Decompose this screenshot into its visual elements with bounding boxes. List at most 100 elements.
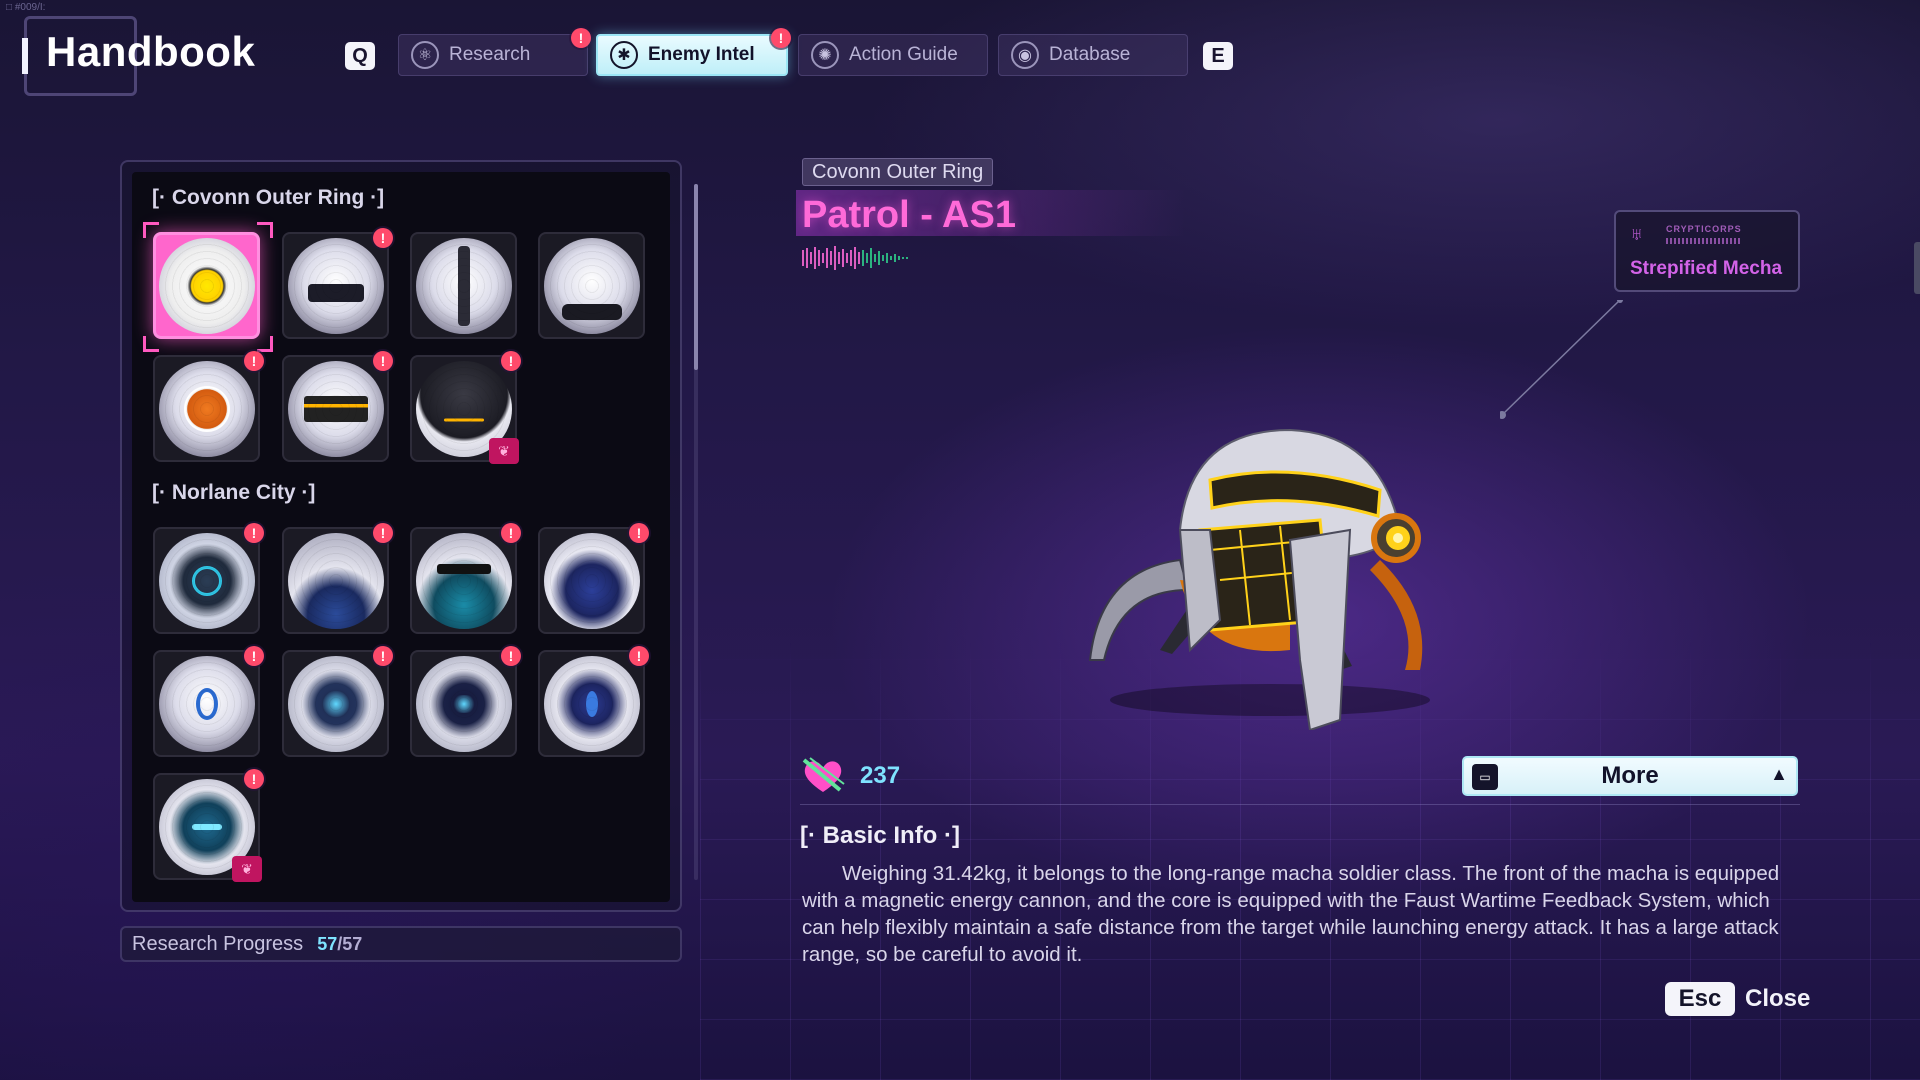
research-progress-value: 57/57 bbox=[317, 934, 362, 955]
new-entry-alert-icon: ! bbox=[629, 523, 649, 543]
keyboard-key-icon: ▭ bbox=[1472, 764, 1498, 790]
new-entry-alert-icon: ! bbox=[501, 646, 521, 666]
new-entry-alert-icon: ! bbox=[373, 523, 393, 543]
page-title: Handbook bbox=[46, 28, 256, 75]
section-title-norlane: [· Norlane City ·] bbox=[152, 481, 316, 504]
tab-enemy-intel[interactable]: ✱ Enemy Intel bbox=[596, 34, 788, 76]
enemy-portrait bbox=[287, 237, 384, 334]
tab-label: Research bbox=[449, 44, 531, 65]
enemy-portrait bbox=[543, 655, 640, 752]
tab-label: Action Guide bbox=[849, 44, 958, 65]
section-divider bbox=[800, 804, 1800, 805]
close-label[interactable]: Close bbox=[1745, 985, 1810, 1013]
new-entry-alert-icon: ! bbox=[244, 769, 264, 789]
stat-row: 237 bbox=[800, 756, 900, 796]
enemy-card[interactable]: ! bbox=[282, 228, 393, 339]
enemy-card-patrol-as1[interactable] bbox=[153, 232, 260, 339]
faction-barcode bbox=[1666, 238, 1740, 244]
tab-label: Database bbox=[1049, 44, 1131, 65]
research-progress-bar: Research Progress 57/57 bbox=[120, 926, 682, 962]
enemy-card[interactable]: ! bbox=[538, 646, 649, 757]
enemy-portrait bbox=[158, 655, 255, 752]
handbook-accent bbox=[22, 38, 28, 74]
faction-name: Strepified Mecha bbox=[1630, 258, 1783, 279]
enemy-portrait bbox=[158, 237, 255, 334]
new-entry-alert-icon: ! bbox=[373, 646, 393, 666]
new-entry-alert-icon: ! bbox=[501, 351, 521, 371]
faction-logo-icon: ♅ bbox=[1630, 224, 1644, 244]
progress-total: /57 bbox=[337, 933, 363, 954]
callout-leader-line bbox=[1500, 300, 1623, 419]
enemy-portrait bbox=[415, 237, 512, 334]
enemy-card[interactable]: ! bbox=[282, 523, 393, 634]
more-button-label: More bbox=[1601, 762, 1659, 789]
more-button[interactable]: ▭ More ▲ bbox=[1462, 756, 1798, 796]
research-alert-icon: ! bbox=[571, 28, 591, 48]
enemy-name: Patrol - AS1 bbox=[802, 194, 1016, 236]
close-control[interactable]: Esc Close bbox=[1665, 982, 1810, 1016]
prev-tab-key[interactable]: Q bbox=[345, 42, 375, 70]
enemy-portrait bbox=[287, 532, 384, 629]
enemy-portrait bbox=[158, 532, 255, 629]
enemy-card[interactable]: ! bbox=[538, 523, 649, 634]
tab-database[interactable]: ◉ Database bbox=[998, 34, 1188, 76]
stat-value: 237 bbox=[860, 762, 901, 789]
tab-action-guide[interactable]: ✺ Action Guide bbox=[798, 34, 988, 76]
enemy-card[interactable]: ! bbox=[153, 646, 264, 757]
faction-card: ♅ CRYPTICORPS Strepified Mecha bbox=[1614, 210, 1800, 292]
enemy-card[interactable]: ! ❦ bbox=[153, 769, 264, 882]
faction-corp: CRYPTICORPS bbox=[1666, 224, 1742, 234]
enemy-card[interactable] bbox=[538, 232, 645, 339]
enemy-portrait bbox=[287, 360, 384, 457]
scrollbar-thumb[interactable] bbox=[694, 184, 698, 370]
enemy-intel-icon: ✱ bbox=[610, 41, 638, 69]
damage-type-icon bbox=[802, 757, 845, 792]
enemy-card[interactable]: ! bbox=[282, 646, 393, 757]
region-tag: Covonn Outer Ring bbox=[802, 158, 994, 186]
tab-research[interactable]: ⚛ Research bbox=[398, 34, 588, 76]
new-entry-alert-icon: ! bbox=[244, 351, 264, 371]
next-tab-key[interactable]: E bbox=[1203, 42, 1233, 70]
enemy-model-render bbox=[1088, 428, 1430, 730]
enemy-portrait bbox=[543, 532, 640, 629]
enemy-portrait bbox=[158, 360, 255, 457]
enemy-portrait bbox=[415, 655, 512, 752]
voice-wave-icon bbox=[802, 246, 908, 270]
research-icon: ⚛ bbox=[411, 41, 439, 69]
selection-bracket bbox=[257, 336, 273, 352]
section-title-covonn: [· Covonn Outer Ring ·] bbox=[152, 186, 385, 209]
progress-current: 57 bbox=[317, 933, 338, 954]
enemy-portrait bbox=[415, 532, 512, 629]
new-entry-alert-icon: ! bbox=[373, 351, 393, 371]
esc-key[interactable]: Esc bbox=[1665, 982, 1735, 1016]
enemy-card[interactable]: ! ❦ bbox=[410, 351, 521, 464]
database-icon: ◉ bbox=[1011, 41, 1039, 69]
enemy-intel-alert-icon: ! bbox=[771, 28, 791, 48]
new-entry-alert-icon: ! bbox=[244, 523, 264, 543]
enemy-card[interactable]: ! bbox=[153, 351, 264, 462]
enemy-card[interactable]: ! bbox=[282, 351, 393, 462]
basic-info-heading: [· Basic Info ·] bbox=[800, 822, 960, 849]
research-progress-label: Research Progress bbox=[132, 932, 304, 955]
new-entry-alert-icon: ! bbox=[501, 523, 521, 543]
new-entry-alert-icon: ! bbox=[373, 228, 393, 248]
enemy-card[interactable]: ! bbox=[410, 646, 521, 757]
action-guide-icon: ✺ bbox=[811, 41, 839, 69]
enemy-list-scrollbar[interactable] bbox=[694, 184, 698, 880]
selection-bracket bbox=[143, 336, 159, 352]
enemy-portrait bbox=[543, 237, 640, 334]
new-entry-alert-icon: ! bbox=[629, 646, 649, 666]
elite-badge-icon: ❦ bbox=[232, 856, 262, 882]
tab-label: Enemy Intel bbox=[648, 44, 755, 65]
side-scroll-nub bbox=[1914, 242, 1920, 294]
enemy-card[interactable]: ! bbox=[153, 523, 264, 634]
handbook-code: □ #009/I: bbox=[6, 2, 46, 13]
selection-bracket bbox=[257, 222, 273, 238]
enemy-card[interactable]: ! bbox=[410, 523, 521, 634]
expand-up-icon: ▲ bbox=[1770, 764, 1788, 784]
enemy-card[interactable] bbox=[410, 232, 517, 339]
basic-info-text: Weighing 31.42kg, it belongs to the long… bbox=[802, 862, 1780, 966]
enemy-portrait bbox=[287, 655, 384, 752]
new-entry-alert-icon: ! bbox=[244, 646, 264, 666]
elite-badge-icon: ❦ bbox=[489, 438, 519, 464]
